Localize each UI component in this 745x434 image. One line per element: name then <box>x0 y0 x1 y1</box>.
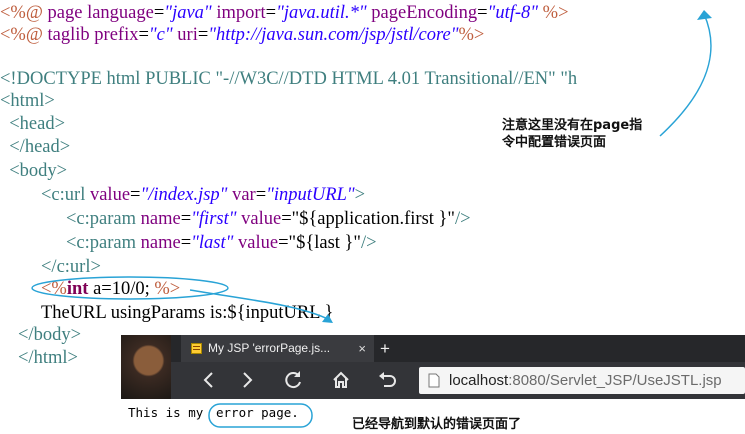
address-bar-url: localhost:8080/Servlet_JSP/UseJSTL.jsp <box>449 367 722 394</box>
home-icon[interactable] <box>327 366 355 394</box>
page-output-text-part2: error page. <box>216 405 299 420</box>
new-tab-button[interactable]: + <box>380 335 390 362</box>
tab-strip: My JSP 'errorPage.js... × + <box>171 335 745 362</box>
reload-icon[interactable] <box>279 366 307 394</box>
back-icon[interactable] <box>195 366 223 394</box>
arrowhead-page-directive <box>697 10 712 20</box>
browser-window: My JSP 'errorPage.js... × + localhost:80… <box>121 335 745 399</box>
url-host: localhost <box>449 372 509 389</box>
page-output-text-part1: This is my <box>128 405 204 420</box>
forward-icon[interactable] <box>233 366 261 394</box>
page-favicon-icon <box>191 343 202 354</box>
arrow-to-page-directive <box>659 13 712 137</box>
tab-close-icon[interactable]: × <box>358 335 366 362</box>
user-avatar[interactable] <box>121 335 171 399</box>
note-navigated-to-error-page: 已经导航到默认的错误页面了 <box>352 417 522 432</box>
tab-error-page[interactable]: My JSP 'errorPage.js... × <box>181 335 374 362</box>
scriptlet-highlight-ellipse <box>31 276 229 300</box>
arrowhead-output <box>322 314 333 323</box>
undo-close-tab-icon[interactable] <box>373 366 401 394</box>
tab-title: My JSP 'errorPage.js... <box>208 341 331 355</box>
navigation-bar: localhost:8080/Servlet_JSP/UseJSTL.jsp <box>171 362 745 399</box>
page-icon <box>428 373 440 388</box>
note-no-errorpage-config: 注意这里没有在page指 令中配置错误页面 <box>502 118 643 150</box>
url-path: :8080/Servlet_JSP/UseJSTL.jsp <box>508 372 722 389</box>
address-bar[interactable]: localhost:8080/Servlet_JSP/UseJSTL.jsp <box>419 367 745 394</box>
